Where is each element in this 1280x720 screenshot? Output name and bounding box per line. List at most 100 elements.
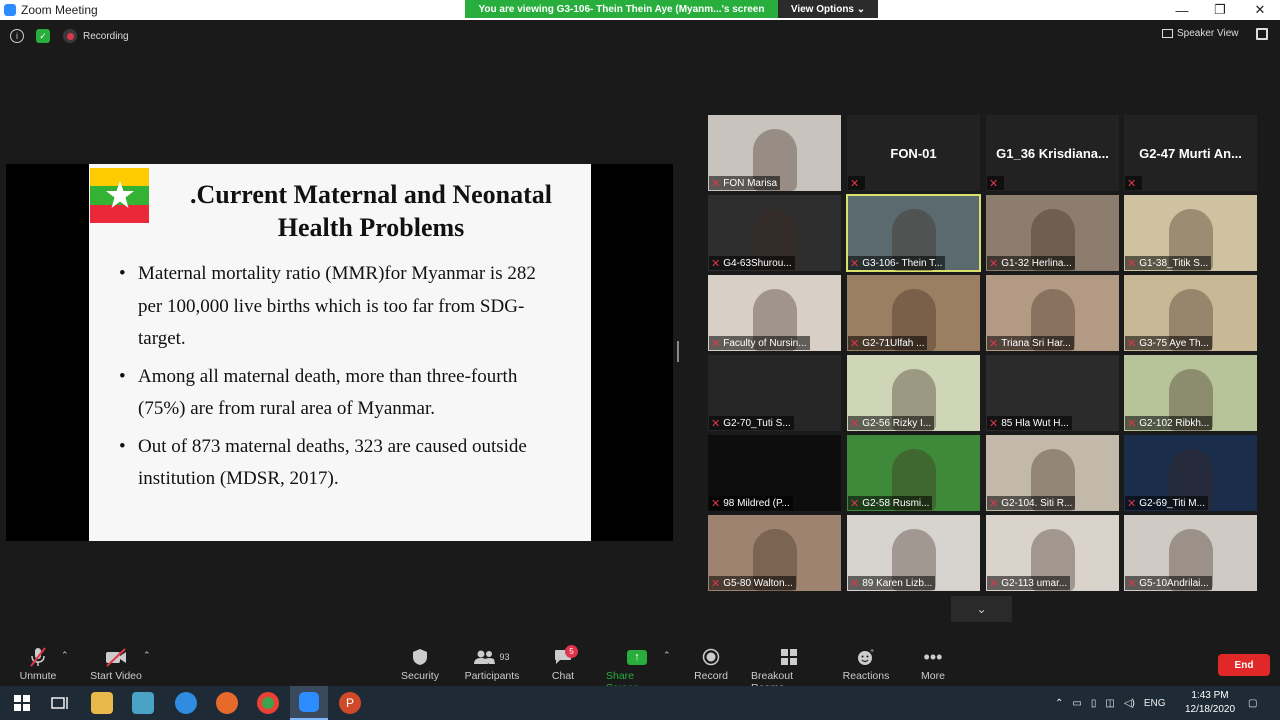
participant-name: G2-71Ulfah ... [862, 337, 925, 349]
participant-tile[interactable]: ✕ G3-106- Thein T... [846, 194, 981, 272]
reactions-button[interactable]: + Reactions [842, 644, 890, 682]
participant-tile[interactable]: ✕ 89 Karen Lizb... [847, 515, 980, 591]
muted-mic-icon: ✕ [1127, 497, 1137, 510]
participant-name: G3-106- Thein T... [862, 257, 943, 269]
fullscreen-icon[interactable] [1256, 28, 1268, 40]
split-resize-handle[interactable] [677, 341, 679, 362]
battery-icon[interactable]: ▭ [1072, 698, 1081, 709]
info-icon[interactable]: i [10, 29, 24, 43]
muted-mic-icon: ✕ [711, 577, 721, 590]
participant-tile[interactable]: ✕ Triana Sri Har... [986, 275, 1119, 351]
security-button[interactable]: Security [401, 644, 439, 682]
chat-unread-badge: 5 [565, 645, 578, 658]
participant-tile[interactable]: ✕ G2-58 Rusmi... [847, 435, 980, 511]
windows-start-icon[interactable] [11, 692, 33, 714]
participant-tile[interactable]: ✕ G2-71Ulfah ... [847, 275, 980, 351]
firefox-icon[interactable] [216, 692, 238, 714]
participant-name: Faculty of Nursin... [723, 337, 807, 349]
close-button[interactable]: ✕ [1240, 0, 1280, 20]
participant-tile[interactable]: ✕ G1-38_Titik S... [1124, 195, 1257, 271]
participant-tile[interactable]: G2-47 Murti An... ✕ [1124, 115, 1257, 191]
volume-icon[interactable]: ◁) [1124, 698, 1135, 709]
participant-caption: ✕ G2-56 Rizky I... [848, 416, 935, 430]
participant-tile[interactable]: ✕ 98 Mildred (P... [708, 435, 841, 511]
participant-tile[interactable]: ✕ G5-80 Walton... [708, 515, 841, 591]
participants-count: 93 [499, 652, 510, 662]
record-icon [702, 644, 720, 670]
participant-tile[interactable]: ✕ G2-104. Siti R... [986, 435, 1119, 511]
participant-caption: ✕ 98 Mildred (P... [709, 496, 793, 510]
notification-icon[interactable]: ▢ [1248, 686, 1257, 720]
start-video-button[interactable]: Start Video [90, 644, 142, 682]
participant-tile[interactable]: ✕ G2-102 Ribkh... [1124, 355, 1257, 431]
muted-mic-icon: ✕ [1127, 577, 1137, 590]
view-options-button[interactable]: View Options ⌄ [778, 0, 878, 18]
participant-tile[interactable]: ✕ Faculty of Nursin... [708, 275, 841, 351]
myanmar-flag-icon [90, 168, 149, 223]
unmute-button[interactable]: Unmute [19, 644, 57, 682]
more-button[interactable]: ••• More [919, 644, 947, 683]
participant-tile[interactable]: ✕ G2-56 Rizky I... [847, 355, 980, 431]
participant-tile[interactable]: FON-01 ✕ [847, 115, 980, 191]
slide-bullet: Maternal mortality ratio (MMR)for Myanma… [119, 258, 559, 356]
participant-tile[interactable]: ✕ FON Marisa [708, 115, 841, 191]
participant-name: G5-80 Walton... [723, 577, 793, 589]
unmute-label: Unmute [19, 670, 57, 682]
muted-mic-icon: ✕ [711, 257, 721, 270]
audio-options-chevron-icon[interactable]: ⌃ [61, 650, 69, 661]
powerpoint-icon[interactable]: P [339, 692, 361, 714]
screen-share-banner: You are viewing G3-106- Thein Thein Aye … [465, 0, 878, 18]
muted-mic-icon: ✕ [989, 257, 999, 270]
zoom-app-icon [4, 4, 16, 16]
participant-name: G5-10Andrilai... [1139, 577, 1209, 589]
security-label: Security [401, 670, 439, 682]
participant-name-display: G1_36 Krisdiana... [996, 145, 1109, 161]
participant-name: G1-32 Herlina... [1001, 257, 1072, 269]
edge-browser-icon[interactable] [175, 692, 197, 714]
participant-tile[interactable]: ✕ G5-10Andrilai... [1124, 515, 1257, 591]
gallery-scroll-down-button[interactable]: ⌄ [951, 596, 1012, 622]
participant-caption: ✕ G2-69_Titi M... [1125, 496, 1208, 510]
participant-caption: ✕ G2-102 Ribkh... [1125, 416, 1213, 430]
participant-caption: ✕ 89 Karen Lizb... [848, 576, 936, 590]
participant-name: G2-70_Tuti S... [723, 417, 791, 429]
language-indicator[interactable]: ENG [1144, 698, 1166, 709]
maximize-button[interactable]: ❐ [1200, 0, 1240, 20]
participant-tile[interactable]: G1_36 Krisdiana... ✕ [986, 115, 1119, 191]
taskbar-clock[interactable]: 1:43 PM 12/18/2020 [1180, 689, 1240, 717]
video-options-chevron-icon[interactable]: ⌃ [143, 650, 151, 661]
chrome-icon[interactable] [257, 692, 279, 714]
participant-tile[interactable]: ✕ G2-70_Tuti S... [708, 355, 841, 431]
end-meeting-button[interactable]: End [1218, 654, 1270, 676]
speaker-view-button[interactable]: Speaker View [1162, 28, 1239, 39]
record-button[interactable]: Record [694, 644, 728, 682]
recording-icon [63, 29, 77, 43]
network-icon[interactable]: ◫ [1105, 698, 1114, 709]
muted-mic-icon: ✕ [989, 177, 999, 190]
muted-mic-icon: ✕ [711, 417, 721, 430]
participant-tile[interactable]: ✕ G1-32 Herlina... [986, 195, 1119, 271]
security-shield-icon[interactable]: ✓ [36, 29, 50, 43]
muted-mic-icon: ✕ [989, 417, 999, 430]
participant-caption: ✕ G3-106- Thein T... [848, 256, 946, 270]
participant-tile[interactable]: ✕ 85 Hla Wut H... [986, 355, 1119, 431]
more-dots-icon: ••• [923, 646, 943, 667]
participant-tile[interactable]: ✕ G3-75 Aye Th... [1124, 275, 1257, 351]
participant-caption: ✕ 85 Hla Wut H... [987, 416, 1072, 430]
participant-tile[interactable]: ✕ G4-63Shurou... [708, 195, 841, 271]
participant-tile[interactable]: ✕ G2-69_Titi M... [1124, 435, 1257, 511]
participant-tile[interactable]: ✕ G2-113 umar... [986, 515, 1119, 591]
minimize-button[interactable]: — [1162, 0, 1202, 20]
zoom-taskbar-icon[interactable] [290, 686, 328, 720]
participant-name: G2-58 Rusmi... [862, 497, 930, 509]
participants-button[interactable]: 93 Participants [464, 644, 520, 682]
microphone-icon[interactable]: ▯ [1091, 698, 1097, 709]
notepad-icon[interactable] [132, 692, 154, 714]
tray-overflow-icon[interactable]: ⌃ [1055, 698, 1063, 709]
meeting-toolbar: Unmute Start Video Security 93 Participa… [0, 640, 1280, 694]
file-explorer-icon[interactable] [91, 692, 113, 714]
share-options-chevron-icon[interactable]: ⌃ [663, 650, 671, 661]
task-view-icon[interactable] [49, 692, 71, 714]
reactions-label: Reactions [842, 670, 890, 682]
participant-caption: ✕ G2-71Ulfah ... [848, 336, 928, 350]
